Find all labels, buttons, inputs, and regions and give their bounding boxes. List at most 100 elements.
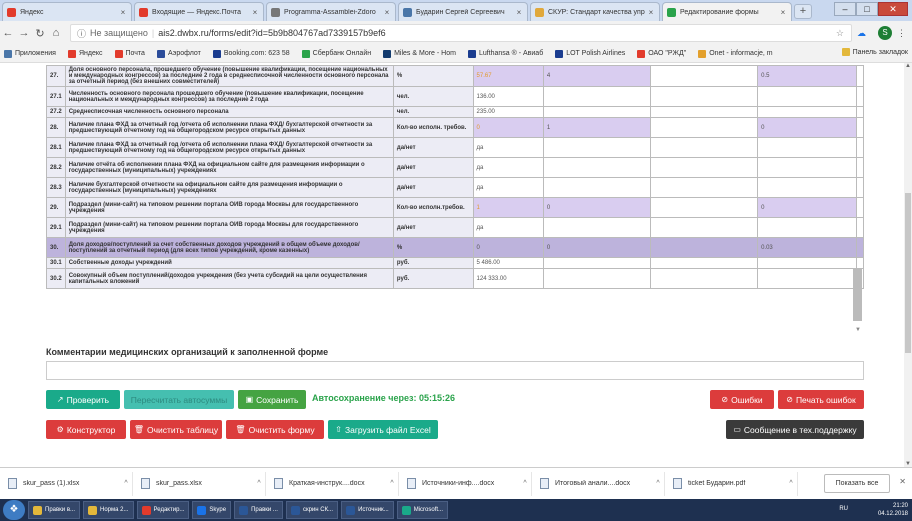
info-icon[interactable]: ⓘ: [77, 27, 86, 40]
taskbar-app[interactable]: Редактир...: [136, 501, 190, 519]
support-message-button[interactable]: ▭ Сообщение в тех.поддержку: [726, 420, 864, 439]
language-indicator[interactable]: RU: [839, 505, 848, 513]
value-cell[interactable]: 0.5: [757, 65, 857, 87]
value-cell[interactable]: [649, 65, 759, 87]
value-cell[interactable]: [757, 268, 857, 289]
value-cell[interactable]: [856, 157, 864, 178]
chevron-up-icon[interactable]: ^: [652, 480, 664, 487]
value-cell[interactable]: [856, 117, 864, 138]
value-cell[interactable]: [649, 137, 759, 158]
value-cell[interactable]: [856, 257, 864, 269]
constructor-button[interactable]: ⚙ Конструктор: [46, 420, 126, 439]
value-cell[interactable]: [757, 106, 857, 118]
close-downloads-icon[interactable]: ✕: [899, 477, 906, 486]
browser-tab[interactable]: Бударин Сергей Сергеевич ×: [398, 2, 528, 21]
clear-form-button[interactable]: 🗑 Очистить форму: [226, 420, 324, 439]
value-cell[interactable]: [649, 157, 759, 178]
url-input[interactable]: ⓘ Не защищено | ais2.dwbx.ru/forms/edit?…: [70, 24, 852, 42]
page-scrollbar[interactable]: ▲ ▼: [904, 63, 912, 467]
taskbar-app[interactable]: Правки ...: [234, 501, 283, 519]
value-cell[interactable]: [856, 137, 864, 158]
value-cell[interactable]: 0: [472, 117, 544, 138]
value-cell[interactable]: [649, 197, 759, 218]
download-item[interactable]: Источники-инф....docx ^: [399, 471, 532, 496]
chevron-up-icon[interactable]: ^: [785, 480, 797, 487]
value-cell[interactable]: 4: [542, 65, 651, 87]
home-icon[interactable]: ⌂: [48, 27, 64, 39]
chevron-up-icon[interactable]: ^: [120, 480, 132, 487]
recalc-button[interactable]: Пересчитать автосуммы: [124, 390, 234, 409]
close-window-button[interactable]: ✕: [878, 2, 908, 16]
bookmark-item[interactable]: Onet - informacje, m: [698, 49, 773, 58]
value-cell[interactable]: [649, 106, 759, 118]
value-cell[interactable]: да: [472, 157, 544, 178]
profile-avatar[interactable]: S: [878, 26, 892, 40]
value-cell[interactable]: [649, 177, 759, 198]
value-cell[interactable]: [649, 86, 759, 107]
value-cell[interactable]: [649, 257, 759, 269]
value-cell[interactable]: 1: [542, 117, 651, 138]
value-cell[interactable]: [757, 177, 857, 198]
taskbar-app[interactable]: Источник...: [341, 501, 394, 519]
browser-tab[interactable]: СКУР: Стандарт качества упр ×: [530, 2, 660, 21]
forward-icon[interactable]: →: [16, 27, 32, 39]
value-cell[interactable]: [542, 177, 651, 198]
bookmark-item[interactable]: Яндекс: [67, 49, 103, 58]
value-cell[interactable]: [757, 137, 857, 158]
taskbar-app[interactable]: скрин СК...: [285, 501, 339, 519]
close-tab-icon[interactable]: ×: [779, 8, 787, 17]
value-cell[interactable]: [542, 268, 651, 289]
taskbar-app[interactable]: Skype: [192, 501, 232, 519]
value-cell[interactable]: [542, 157, 651, 178]
download-item[interactable]: skur_pass (1).xlsx ^: [0, 471, 133, 496]
close-tab-icon[interactable]: ×: [515, 8, 523, 17]
value-cell[interactable]: 136.00: [472, 86, 544, 107]
save-button[interactable]: ▣ Сохранить: [238, 390, 306, 409]
reload-icon[interactable]: ↻: [32, 27, 48, 40]
value-cell[interactable]: [649, 217, 759, 238]
taskbar-app[interactable]: Правки в...: [28, 501, 81, 519]
bookmark-star-icon[interactable]: ☆: [836, 28, 844, 39]
value-cell[interactable]: [542, 137, 651, 158]
value-cell[interactable]: 0: [472, 237, 544, 258]
close-tab-icon[interactable]: ×: [383, 8, 391, 17]
value-cell[interactable]: 0.03: [757, 237, 857, 258]
value-cell[interactable]: [757, 257, 857, 269]
download-item[interactable]: Краткая-инструк....docx ^: [266, 471, 399, 496]
chevron-up-icon[interactable]: ^: [519, 480, 531, 487]
table-scroll-down-icon[interactable]: ▼: [855, 327, 861, 333]
value-cell[interactable]: да: [472, 177, 544, 198]
value-cell[interactable]: да: [472, 137, 544, 158]
value-cell[interactable]: [542, 217, 651, 238]
close-tab-icon[interactable]: ×: [647, 8, 655, 17]
value-cell[interactable]: 235.00: [472, 106, 544, 118]
value-cell[interactable]: 0: [757, 117, 857, 138]
minimize-button[interactable]: –: [834, 2, 856, 16]
download-item[interactable]: Итоговый анали....docx ^: [532, 471, 665, 496]
new-tab-button[interactable]: +: [794, 4, 812, 19]
taskbar-app[interactable]: Microsoft...: [396, 501, 449, 519]
value-cell[interactable]: [757, 217, 857, 238]
chevron-up-icon[interactable]: ^: [253, 480, 265, 487]
browser-tab[interactable]: Редактирование формы ×: [662, 2, 792, 21]
bookmarks-panel-link[interactable]: Панель закладок: [841, 48, 908, 56]
bookmark-item[interactable]: Booking.com: 623 58: [212, 49, 290, 58]
value-cell[interactable]: [757, 157, 857, 178]
value-cell[interactable]: 1: [472, 197, 544, 218]
value-cell[interactable]: [757, 86, 857, 107]
value-cell[interactable]: [856, 217, 864, 238]
value-cell[interactable]: [856, 197, 864, 218]
value-cell[interactable]: [542, 106, 651, 118]
value-cell[interactable]: [856, 177, 864, 198]
maximize-button[interactable]: □: [856, 2, 878, 16]
upload-excel-button[interactable]: ⇧ Загрузить файл Excel: [328, 420, 438, 439]
bookmark-item[interactable]: Сбербанк Онлайн: [301, 49, 371, 58]
value-cell[interactable]: 0: [542, 237, 651, 258]
value-cell[interactable]: [649, 117, 759, 138]
start-button[interactable]: ❖: [3, 500, 25, 520]
browser-menu-icon[interactable]: ⋮: [897, 28, 906, 39]
check-button[interactable]: ↗ Проверить: [46, 390, 120, 409]
scroll-up-icon[interactable]: ▲: [905, 63, 911, 69]
value-cell[interactable]: [542, 86, 651, 107]
bookmark-item[interactable]: Lufthansa ® - Авиаб: [467, 49, 543, 58]
